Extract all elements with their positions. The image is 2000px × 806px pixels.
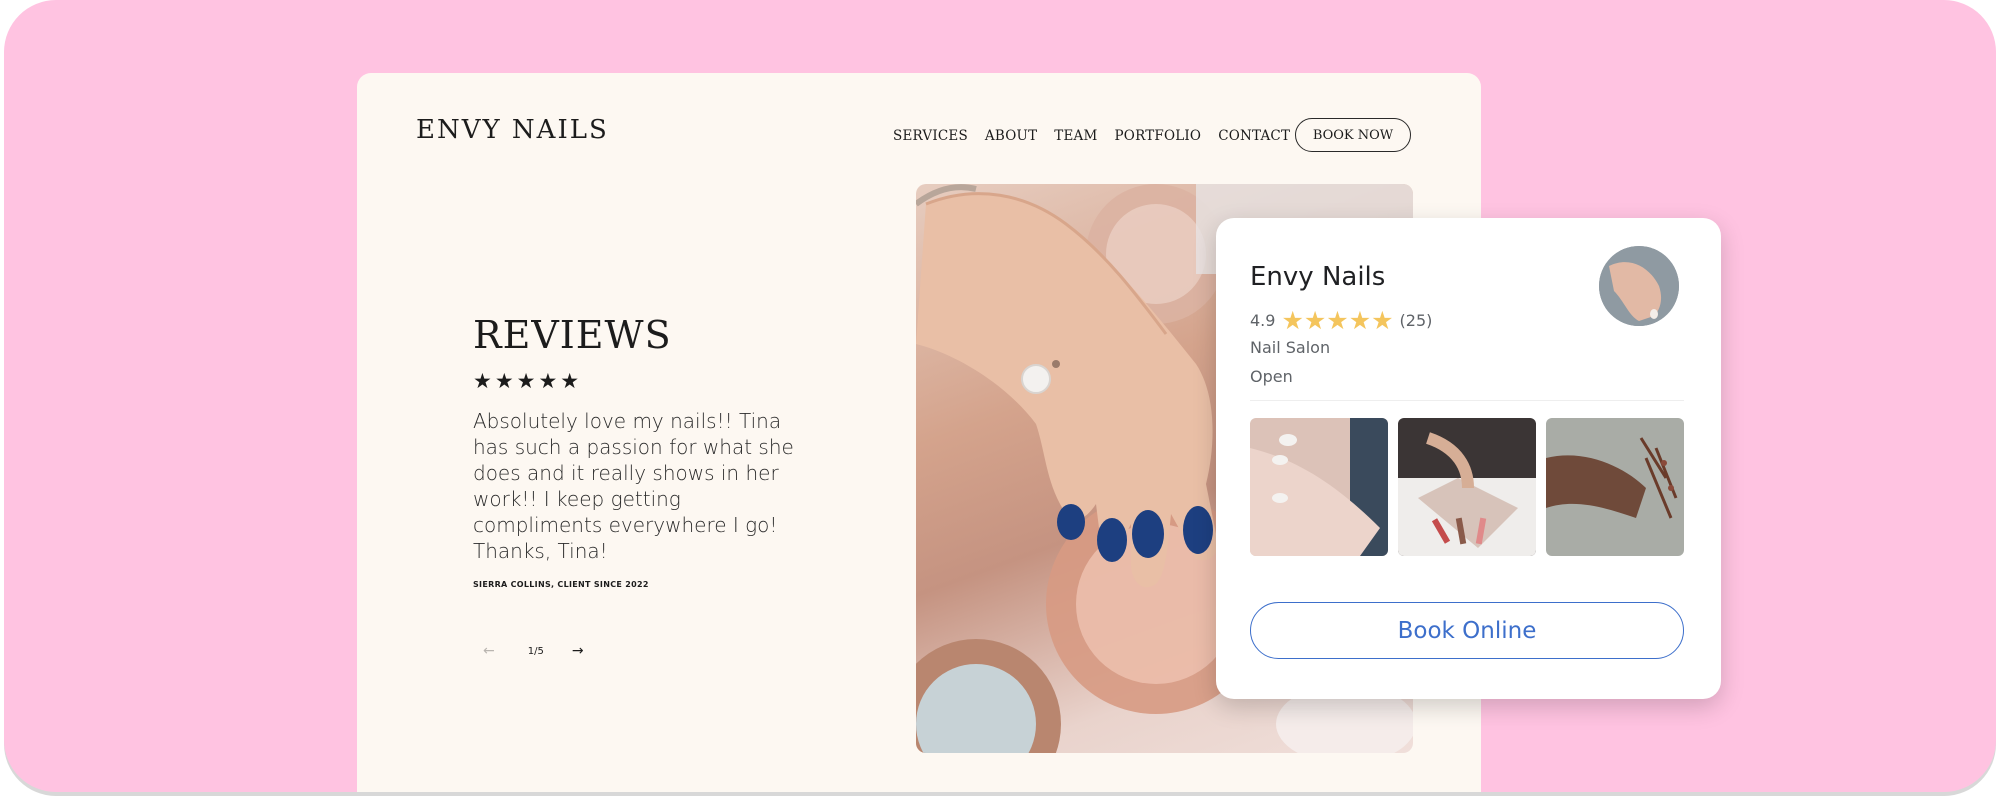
business-status: Open xyxy=(1250,367,1293,386)
book-online-button[interactable]: Book Online xyxy=(1250,602,1684,659)
nav-portfolio[interactable]: PORTFOLIO xyxy=(1115,128,1202,144)
nav-about[interactable]: ABOUT xyxy=(985,128,1037,144)
review-pagination: 1/5 xyxy=(527,645,544,657)
thumbnail-1[interactable] xyxy=(1250,418,1388,556)
nav-team[interactable]: TEAM xyxy=(1054,128,1097,144)
reviewer-name: SIERRA COLLINS, CLIENT SINCE 2022 xyxy=(473,580,649,589)
card-divider xyxy=(1250,400,1684,401)
review-stars: ★★★★★ xyxy=(473,369,583,393)
background-panel: ENVY NAILS SERVICES ABOUT TEAM PORTFOLIO… xyxy=(4,0,1996,792)
thumbnail-3[interactable] xyxy=(1546,418,1684,556)
rating-row: 4.9 ★★★★★ (25) xyxy=(1250,306,1432,335)
review-slider-controls: ← 1/5 → xyxy=(483,643,584,659)
nav-services[interactable]: SERVICES xyxy=(893,128,968,144)
review-count[interactable]: (25) xyxy=(1400,311,1433,330)
thumb-image-2 xyxy=(1398,418,1536,556)
prev-arrow-icon[interactable]: ← xyxy=(483,643,495,659)
book-now-button[interactable]: BOOK NOW xyxy=(1295,118,1411,152)
next-arrow-icon[interactable]: → xyxy=(572,643,584,659)
reviews-heading: REVIEWS xyxy=(473,313,672,357)
rating-value: 4.9 xyxy=(1250,311,1276,330)
business-category: Nail Salon xyxy=(1250,338,1331,357)
review-text: Absolutely love my nails!! Tina has such… xyxy=(473,409,794,563)
avatar-hand-image xyxy=(1599,246,1679,326)
photo-thumbnails xyxy=(1250,418,1684,556)
thumb-image-1 xyxy=(1250,418,1388,556)
business-profile-card: Envy Nails 4.9 ★★★★★ (25) Nail Salon Ope… xyxy=(1216,218,1721,699)
business-avatar xyxy=(1599,246,1679,326)
rating-stars-icon: ★★★★★ xyxy=(1281,306,1394,335)
business-name[interactable]: Envy Nails xyxy=(1250,262,1385,292)
main-nav: SERVICES ABOUT TEAM PORTFOLIO CONTACT xyxy=(893,128,1307,144)
thumbnail-2[interactable] xyxy=(1398,418,1536,556)
nav-contact[interactable]: CONTACT xyxy=(1218,128,1290,144)
site-logo[interactable]: ENVY NAILS xyxy=(416,115,609,145)
thumb-image-3 xyxy=(1546,418,1684,556)
